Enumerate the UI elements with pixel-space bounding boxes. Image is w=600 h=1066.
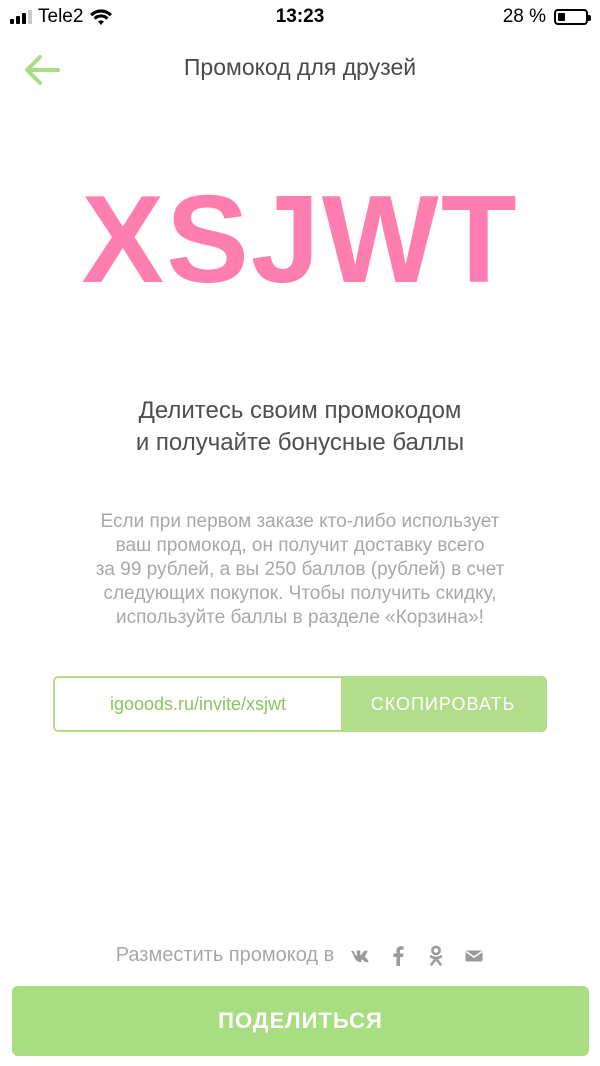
battery-fill	[558, 13, 565, 21]
description-line: используйте баллы в разделе «Корзина»!	[116, 607, 484, 628]
copy-button[interactable]: СКОПИРОВАТЬ	[341, 678, 545, 730]
share-row: Разместить промокод в	[0, 944, 600, 967]
status-bar: Tele2 13:23 28 %	[0, 0, 600, 34]
headline-line-2: и получайте бонусные баллы	[135, 429, 465, 456]
invite-link-field[interactable]: igooods.ru/invite/xsjwt	[55, 678, 341, 730]
status-right: 28 %	[502, 6, 591, 28]
battery-icon	[554, 9, 591, 25]
share-button[interactable]: ПОДЕЛИТЬСЯ	[12, 986, 589, 1056]
headline-line-1: Делитесь своим промокодом	[138, 397, 462, 424]
promo-code: XSJWT	[81, 171, 519, 309]
share-label: Разместить промокод в	[115, 944, 335, 966]
battery-percent: 28 %	[502, 6, 546, 27]
promo-description: Если при первом заказе кто-либо использу…	[50, 510, 550, 630]
description-line: за 99 рублей, а вы 250 баллов (рублей) в…	[95, 559, 505, 580]
mail-icon[interactable]	[464, 946, 484, 966]
facebook-icon[interactable]	[388, 945, 408, 966]
share-icons	[350, 945, 484, 966]
description-line: ваш промокод, он получит доставку всего	[115, 535, 485, 556]
description-line: следующих покупок. Чтобы получить скидку…	[103, 583, 497, 604]
page-title: Промокод для друзей	[183, 54, 417, 80]
promo-headline: Делитесь своим промокодом и получайте бо…	[40, 395, 560, 459]
vk-icon[interactable]	[350, 946, 370, 966]
header: Промокод для друзей	[0, 40, 600, 100]
odnoklassniki-icon[interactable]	[426, 945, 446, 966]
invite-link-box: igooods.ru/invite/xsjwt СКОПИРОВАТЬ	[53, 676, 547, 732]
description-line: Если при первом заказе кто-либо использу…	[100, 511, 500, 532]
